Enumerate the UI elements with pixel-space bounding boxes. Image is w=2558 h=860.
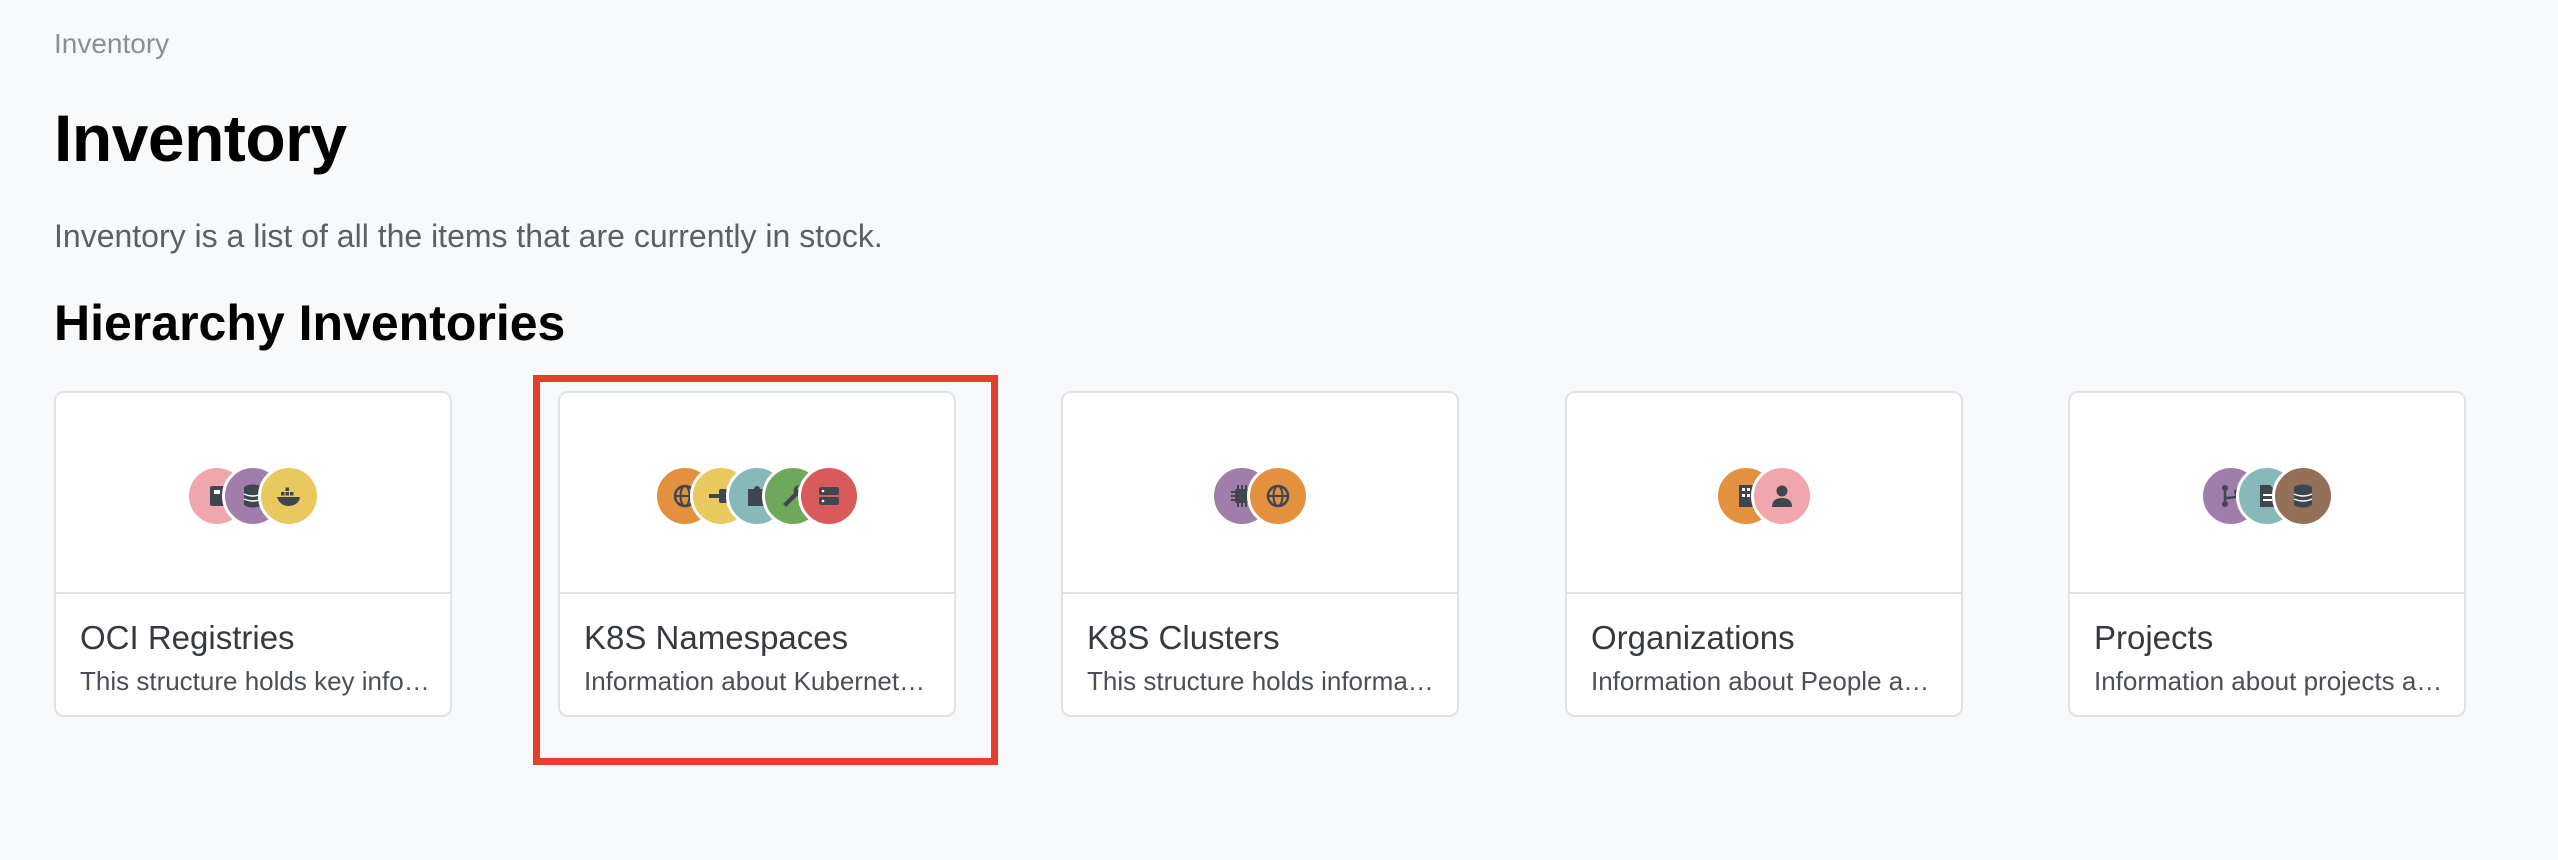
person-icon — [1751, 465, 1813, 527]
card-icon-area — [1567, 393, 1961, 594]
card-k8s-namespaces[interactable]: K8S Namespaces Information about Kuberne… — [558, 391, 956, 717]
docker-icon — [258, 465, 320, 527]
breadcrumb[interactable]: Inventory — [54, 28, 169, 60]
card-title: Organizations — [1591, 619, 1795, 656]
page: Inventory Inventory Inventory is a list … — [0, 0, 2558, 860]
icon-group — [2200, 465, 2334, 527]
card-title: OCI Registries — [80, 619, 295, 656]
card-k8s-clusters[interactable]: K8S Clusters This structure holds inform… — [1061, 391, 1459, 717]
card-description: Information about Kubernetes namespaces — [584, 666, 936, 696]
card-icon-area — [560, 393, 954, 594]
icon-group — [654, 465, 860, 527]
icon-group — [1211, 465, 1309, 527]
card-title: K8S Namespaces — [584, 619, 849, 656]
card-icon-area — [56, 393, 450, 594]
card-description: Information about People and Organizatio… — [1591, 666, 1943, 696]
database-icon — [2272, 465, 2334, 527]
section-title: Hierarchy Inventories — [54, 295, 566, 351]
icon-group — [1715, 465, 1813, 527]
card-projects[interactable]: Projects Information about projects and … — [2068, 391, 2466, 717]
server-icon — [798, 465, 860, 527]
card-icon-area — [2070, 393, 2464, 594]
card-description: This structure holds information about K… — [1087, 666, 1439, 696]
card-title: K8S Clusters — [1087, 619, 1280, 656]
globe-icon — [1247, 465, 1309, 527]
page-title: Inventory — [54, 101, 347, 175]
card-oci-registries[interactable]: OCI Registries This structure holds key … — [54, 391, 452, 717]
card-description: This structure holds key information abo… — [80, 666, 432, 696]
card-organizations[interactable]: Organizations Information about People a… — [1565, 391, 1963, 717]
card-description: Information about projects and repositor… — [2094, 666, 2446, 696]
page-description: Inventory is a list of all the items tha… — [54, 218, 883, 254]
card-icon-area — [1063, 393, 1457, 594]
icon-group — [186, 465, 320, 527]
card-title: Projects — [2094, 619, 2214, 656]
